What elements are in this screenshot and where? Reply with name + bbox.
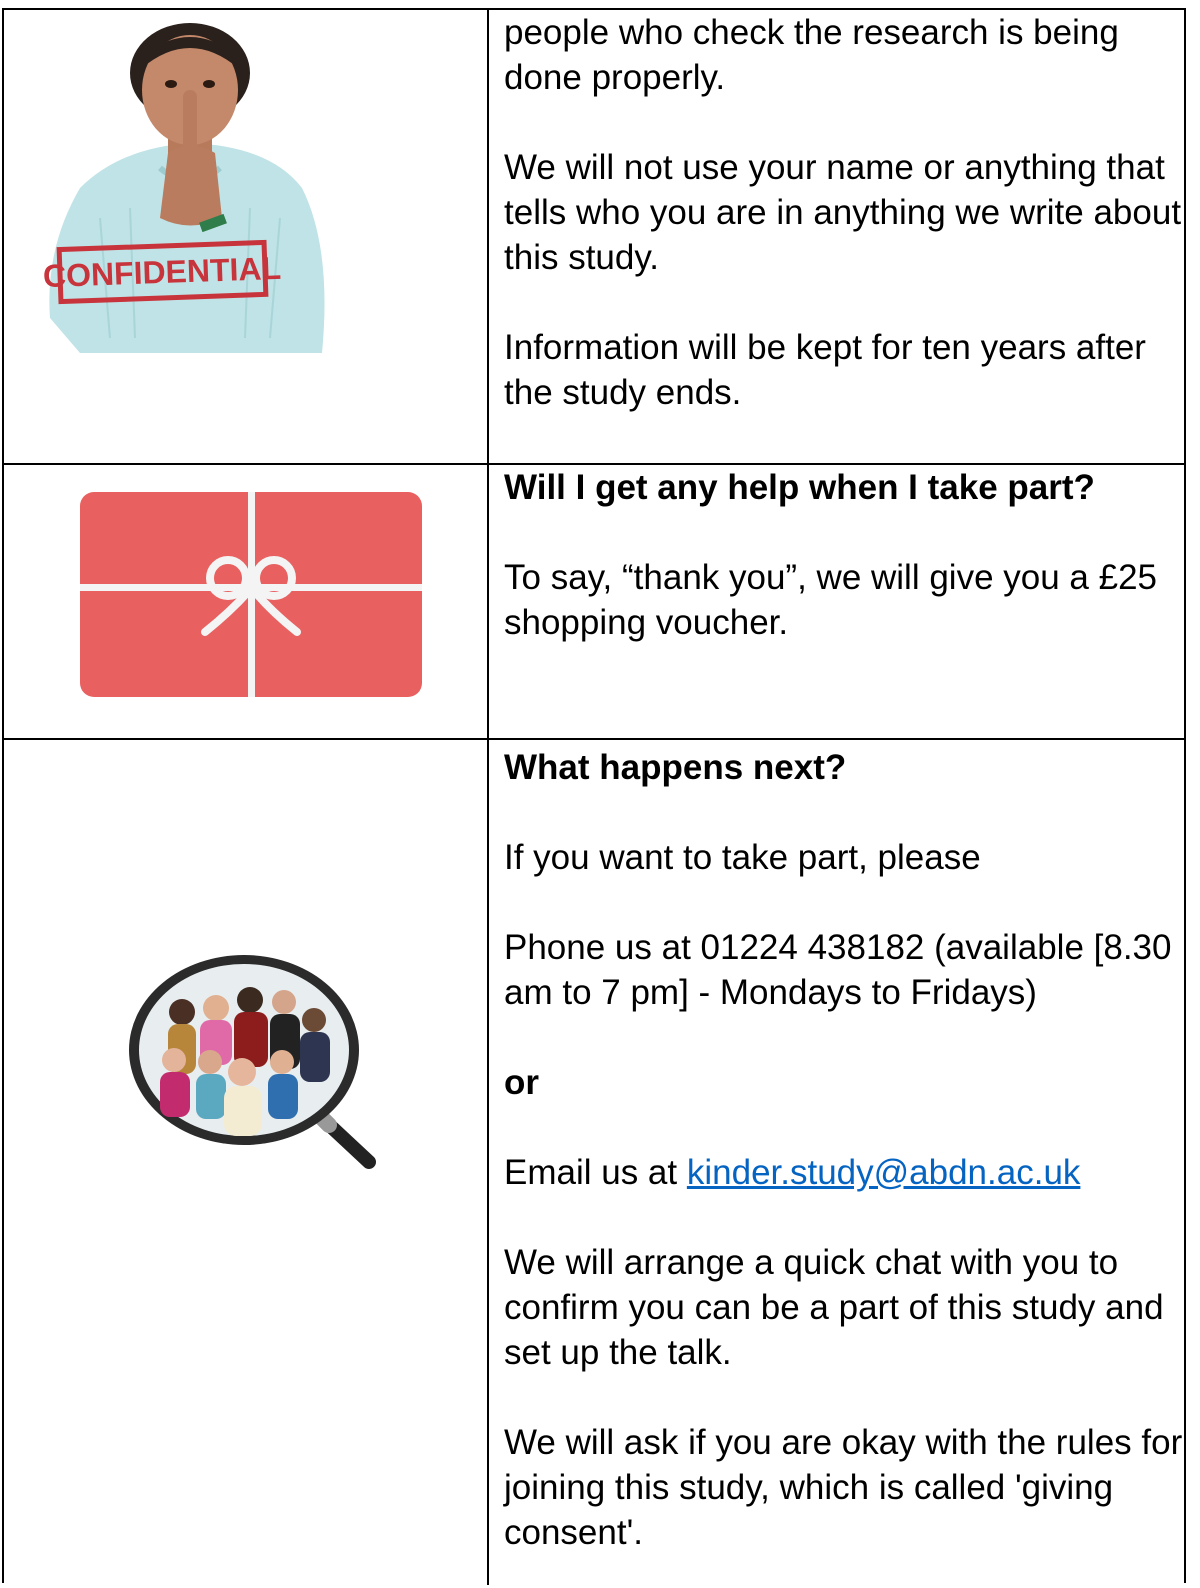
voucher-image-cell xyxy=(4,465,489,738)
paragraph-phone: Phone us at 01224 438182 (available [8.3… xyxy=(504,928,1172,1012)
paragraph-ethics-check: people who check the research is being d… xyxy=(504,13,1119,97)
email-prefix: Email us at xyxy=(504,1153,687,1192)
next-steps-text-cell: What happens next? If you want to take p… xyxy=(491,740,1184,1585)
paragraph-voucher: To say, “thank you”, we will give you a … xyxy=(504,558,1158,642)
magnifying-glass-people-icon xyxy=(129,955,376,1169)
heading-help: Will I get any help when I take part? xyxy=(504,468,1095,507)
confidential-text-cell: people who check the research is being d… xyxy=(491,10,1184,463)
paragraph-email: Email us at kinder.study@abdn.ac.uk xyxy=(504,1150,1184,1195)
paragraph-quick-chat: We will arrange a quick chat with you to… xyxy=(504,1243,1164,1372)
magnifier-image-cell xyxy=(4,740,489,1585)
confidential-woman-illustration: CONFIDENTIAL xyxy=(42,23,325,353)
heading-next-steps: What happens next? xyxy=(504,748,847,787)
paragraph-data-retention: Information will be kept for ten years a… xyxy=(504,328,1146,412)
paragraph-consent: We will ask if you are okay with the rul… xyxy=(504,1423,1183,1552)
paragraph-take-part: If you want to take part, please xyxy=(504,838,981,877)
row-help: Will I get any help when I take part? To… xyxy=(4,465,1184,740)
confidential-image-cell: CONFIDENTIAL xyxy=(4,10,489,463)
help-text-cell: Will I get any help when I take part? To… xyxy=(491,465,1184,738)
email-link[interactable]: kinder.study@abdn.ac.uk xyxy=(687,1153,1081,1192)
paragraph-anonymity: We will not use your name or anything th… xyxy=(504,148,1182,277)
row-next-steps: What happens next? If you want to take p… xyxy=(4,740,1184,1585)
document-table: CONFIDENTIAL people who check the resear… xyxy=(2,8,1186,1585)
gift-card-icon xyxy=(80,492,422,697)
or-text: or xyxy=(504,1063,539,1102)
row-confidential: CONFIDENTIAL people who check the resear… xyxy=(4,10,1184,465)
